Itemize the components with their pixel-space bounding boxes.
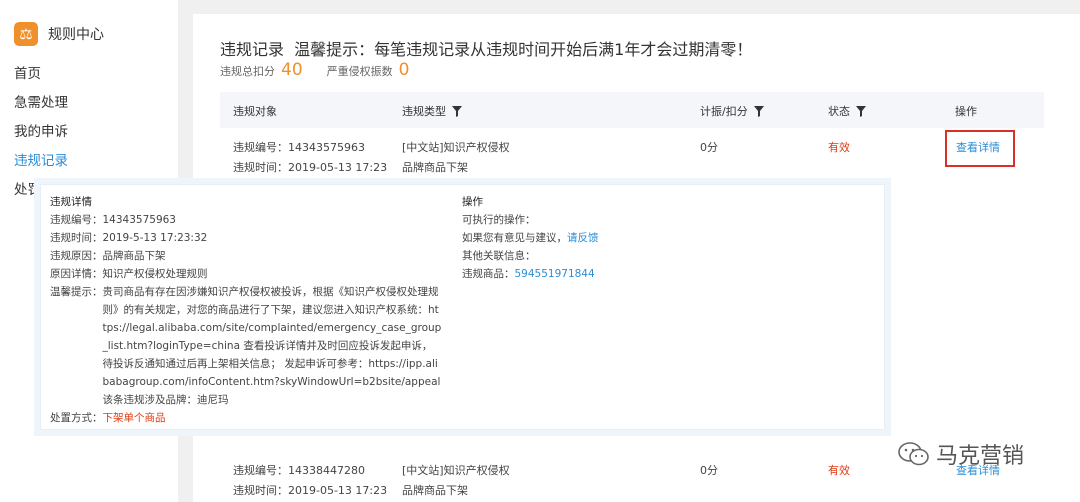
row-time: 违规时间：2019-05-13 17:23 [233,484,388,497]
filter-icon[interactable] [856,105,866,117]
col-object: 违规对象 [233,103,277,119]
total-score-value: 40 [281,60,303,80]
col-type: 违规类型 [402,103,462,119]
col-score: 计振/扣分 [700,103,764,119]
col-action: 操作 [955,103,977,119]
row-type-sub: 品牌商品下架 [402,484,468,497]
status-badge: 有效 [828,141,850,154]
scales-icon: ⚖ [14,22,38,46]
feedback-text: 如果您有意见与建议， [462,232,567,244]
detail-handling: 处置方式：下架单个商品 [50,409,450,427]
stats-bar: 违规总扣分 40 严重侵权振数 0 [220,60,433,80]
col-type-label: 违规类型 [402,105,446,118]
detail-reason: 违规原因：品牌商品下架 [50,250,166,262]
wechat-icon [898,442,929,466]
handling-value: 下架单个商品 [102,412,166,424]
feedback-link[interactable]: 请反馈 [567,232,599,244]
sidebar-item-urgent[interactable]: 急需处理 [14,93,68,122]
detail-id: 违规编号：14343575963 [50,214,176,226]
brand-title: 规则中心 [48,27,104,43]
col-object-label: 违规对象 [233,105,277,118]
row-type-sub: 品牌商品下架 [402,161,468,174]
severe-count-value: 0 [398,60,410,80]
col-status-label: 状态 [828,105,850,118]
col-score-label: 计振/扣分 [700,105,748,118]
watermark-text: 马克营销 [936,444,1025,469]
row-type-main: [中文站]知识产权侵权 [402,464,510,477]
detail-tip: 温馨提示： 贵司商品有存在因涉嫌知识产权侵权被投诉，根据《知识产权侵权处理规则》… [50,283,450,409]
sidebar-item-appeals[interactable]: 我的申诉 [14,122,68,151]
ops-feedback: 如果您有意见与建议，请反馈 [462,229,762,247]
severe-count-label: 严重侵权振数 [326,65,393,78]
violation-detail-panel: 违规详情 违规编号：14343575963 违规时间：2019-5-13 17:… [40,184,885,430]
product-label: 违规商品： [462,268,515,280]
ops-related: 其他关联信息： [462,250,536,262]
watermark: 马克营销 [898,438,1024,470]
ops-product: 违规商品：594551971844 [462,265,762,283]
ops-available: 可执行的操作： [462,214,536,226]
handling-label: 处置方式： [50,412,103,424]
tip-text: 贵司商品有存在因涉嫌知识产权侵权被投诉，根据《知识产权侵权处理规则》的有关规定，… [102,286,442,406]
brand: ⚖ 规则中心 [14,22,104,46]
total-score-label: 违规总扣分 [220,65,275,78]
table-header: 违规对象 违规类型 计振/扣分 状态 操作 [220,92,1044,128]
col-status: 状态 [828,103,866,119]
row-id: 违规编号：14338447280 [233,464,365,477]
detail-operations: 操作 可执行的操作： 如果您有意见与建议，请反馈 其他关联信息： 违规商品：59… [462,193,762,283]
sidebar-item-violations[interactable]: 违规记录 [14,151,68,180]
detail-time: 违规时间：2019-5-13 17:23:32 [50,232,208,244]
product-id-link[interactable]: 594551971844 [515,268,595,280]
row-id: 违规编号：14343575963 [233,141,365,154]
sidebar-item-home[interactable]: 首页 [14,64,68,93]
status-badge: 有效 [828,464,850,477]
detail-reason-detail: 原因详情：知识产权侵权处理规则 [50,268,208,280]
row-type-main: [中文站]知识产权侵权 [402,141,510,154]
row-score: 0分 [700,141,718,154]
row-time: 违规时间：2019-05-13 17:23 [233,161,388,174]
detail-info: 违规详情 违规编号：14343575963 违规时间：2019-5-13 17:… [50,193,450,427]
filter-icon[interactable] [753,105,764,117]
highlight-box [945,130,1015,167]
filter-icon[interactable] [452,105,462,117]
tip-label: 温馨提示： [50,286,103,298]
row-score: 0分 [700,464,718,477]
col-action-label: 操作 [955,105,977,118]
detail-heading: 违规详情 [50,196,92,208]
ops-heading: 操作 [462,196,483,208]
page-title: 违规记录 温馨提示：每笔违规记录从违规时间开始后满1年才会过期清零！ [220,40,753,59]
